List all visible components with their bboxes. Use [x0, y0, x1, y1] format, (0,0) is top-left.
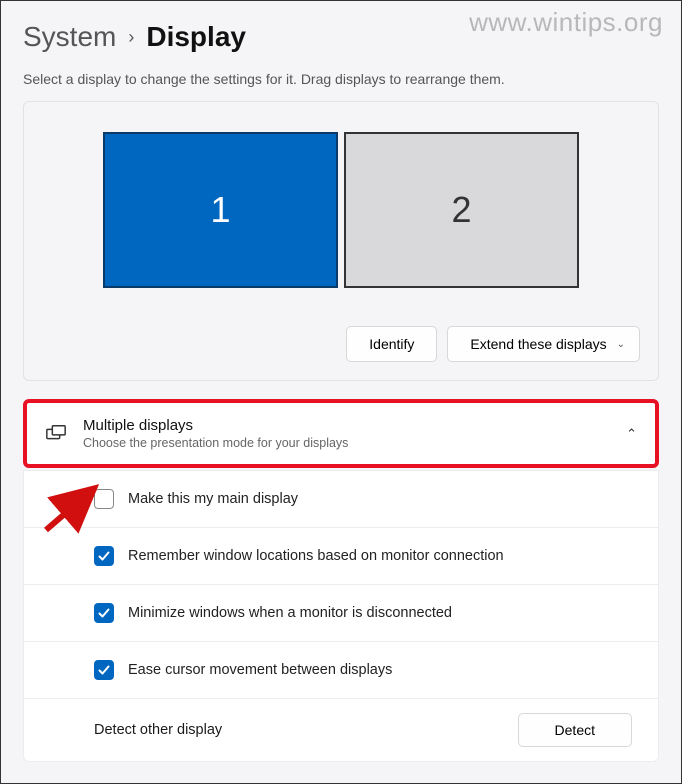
monitor-layout[interactable]: 1 2	[42, 132, 640, 288]
option-remember-locations[interactable]: Remember window locations based on monit…	[24, 527, 658, 584]
option-label: Minimize windows when a monitor is disco…	[128, 605, 452, 621]
instruction-text: Select a display to change the settings …	[23, 71, 659, 87]
detect-label: Detect other display	[94, 722, 222, 738]
extend-label: Extend these displays	[470, 336, 606, 352]
option-label: Remember window locations based on monit…	[128, 548, 504, 564]
breadcrumb-parent[interactable]: System	[23, 21, 116, 53]
option-minimize-disconnect[interactable]: Minimize windows when a monitor is disco…	[24, 584, 658, 641]
display-arrange-panel: 1 2 Identify Extend these displays ⌄	[23, 101, 659, 381]
detect-button[interactable]: Detect	[518, 713, 632, 747]
monitor-1[interactable]: 1	[103, 132, 338, 288]
option-main-display[interactable]: Make this my main display	[24, 470, 658, 527]
multiple-displays-header[interactable]: Multiple displays Choose the presentatio…	[23, 399, 659, 468]
monitor-2[interactable]: 2	[344, 132, 579, 288]
breadcrumb-current: Display	[146, 21, 246, 53]
checkbox-remember-locations[interactable]	[94, 546, 114, 566]
detect-row: Detect other display Detect	[24, 698, 658, 761]
section-subtitle: Choose the presentation mode for your di…	[83, 436, 610, 450]
option-label: Make this my main display	[128, 491, 298, 507]
breadcrumb: System › Display	[23, 21, 659, 53]
checkbox-ease-cursor[interactable]	[94, 660, 114, 680]
option-label: Ease cursor movement between displays	[128, 662, 392, 678]
chevron-down-icon: ⌄	[617, 339, 625, 350]
extend-displays-dropdown[interactable]: Extend these displays ⌄	[447, 326, 640, 362]
chevron-up-icon: ⌃	[626, 426, 637, 442]
checkbox-main-display[interactable]	[94, 489, 114, 509]
identify-button[interactable]: Identify	[346, 326, 437, 362]
checkbox-minimize-disconnect[interactable]	[94, 603, 114, 623]
multiple-displays-options: Make this my main display Remember windo…	[23, 470, 659, 762]
displays-icon	[45, 423, 67, 445]
section-title: Multiple displays	[83, 417, 610, 434]
chevron-right-icon: ›	[128, 27, 134, 48]
option-ease-cursor[interactable]: Ease cursor movement between displays	[24, 641, 658, 698]
